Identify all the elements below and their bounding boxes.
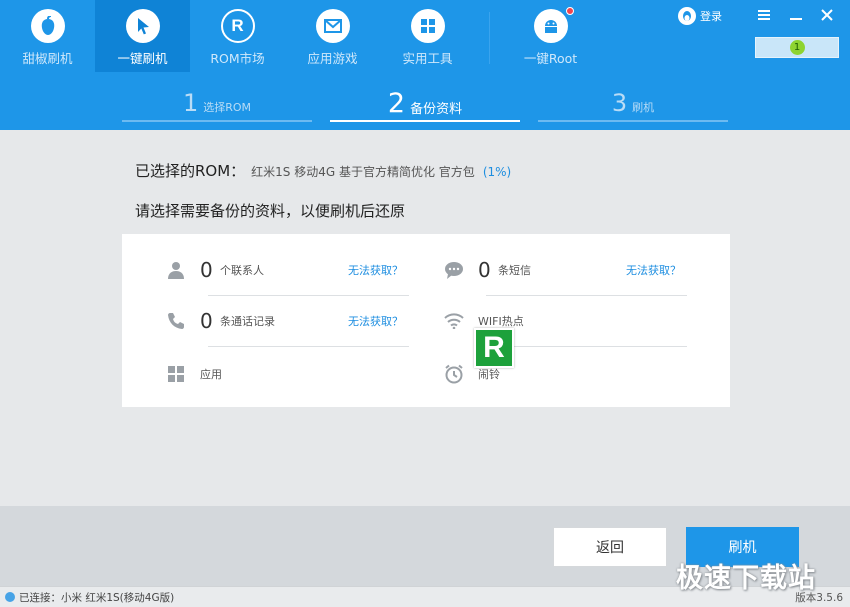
- step-number: 1: [182, 89, 199, 117]
- nav-item-rom-market[interactable]: R ROM市场: [190, 0, 285, 72]
- alarm-label: 闹铃: [478, 368, 500, 381]
- backup-item-sms[interactable]: 0 条短信 无法获取？: [444, 244, 687, 296]
- close-button[interactable]: [816, 4, 838, 26]
- connection-text: 已连接：小米 红米1S(移动4G版): [19, 591, 175, 604]
- contacts-count: 0: [200, 258, 213, 282]
- connected-device-indicator[interactable]: 1: [755, 37, 839, 58]
- step-label: 刷机: [632, 101, 655, 114]
- nav-item-one-click-flash[interactable]: 一键刷机: [95, 0, 190, 72]
- minimize-button[interactable]: [785, 4, 807, 26]
- sms-label: 条短信: [498, 264, 531, 277]
- nav-divider: [489, 12, 490, 64]
- qq-penguin-icon: [678, 7, 696, 25]
- nav-item-one-click-root[interactable]: 一键Root: [503, 0, 598, 72]
- selected-rom-line: 已选择的ROM： 红米1S 移动4G 基于官方精简优化 官方包 (1%): [135, 160, 511, 181]
- device-count-badge: 1: [789, 40, 805, 55]
- wifi-icon: [444, 311, 464, 331]
- login-label: 登录: [700, 10, 722, 23]
- step-underline: [538, 120, 728, 122]
- backup-instruction: 请选择需要备份的资料，以便刷机后还原: [135, 202, 406, 220]
- nav-item-apps-games[interactable]: 应用游戏: [285, 0, 380, 72]
- apps-label: 应用: [200, 368, 222, 381]
- step-underline: [330, 120, 520, 122]
- person-icon: [166, 260, 186, 280]
- connection-icon: [5, 592, 15, 602]
- notification-dot: [565, 7, 574, 15]
- rom-download-percent: (1%): [482, 165, 512, 179]
- backup-item-contacts[interactable]: 0 个联系人 无法获取？: [166, 244, 409, 296]
- step-label: 选择ROM: [203, 101, 252, 114]
- backup-item-apps[interactable]: 应用: [166, 348, 409, 400]
- nav-item-tools[interactable]: 实用工具: [380, 0, 475, 72]
- apps-grid-icon: [166, 364, 186, 384]
- grid-icon: [410, 9, 445, 43]
- close-icon: [821, 9, 833, 21]
- nav-label: 应用游戏: [307, 51, 358, 66]
- rom-r-icon: R: [220, 9, 255, 43]
- step-select-rom: 1 选择ROM: [122, 84, 312, 122]
- sms-count: 0: [478, 258, 491, 282]
- nav-label: 甜椒刷机: [22, 51, 73, 66]
- row-divider: [208, 346, 409, 347]
- top-bar: 甜椒刷机 一键刷机 R ROM市场 应用游戏 实用工具 一键Root 登录 1 …: [0, 0, 850, 130]
- mail-icon: [315, 9, 350, 43]
- step-label: 备份资料: [410, 101, 463, 117]
- selected-rom-label: 已选择的ROM：: [135, 162, 246, 180]
- wifi-label: WIFI热点: [478, 315, 524, 328]
- backup-item-calls[interactable]: 0 条通话记录 无法获取？: [166, 295, 409, 347]
- calls-label: 条通话记录: [220, 315, 275, 328]
- sms-unavailable-link[interactable]: 无法获取？: [626, 262, 681, 278]
- connection-status: 已连接：小米 红米1S(移动4G版): [5, 590, 174, 605]
- contacts-label: 个联系人: [220, 264, 264, 277]
- contacts-unavailable-link[interactable]: 无法获取？: [348, 262, 403, 278]
- android-icon: [533, 7, 574, 43]
- selected-rom-name: 红米1S 移动4G 基于官方精简优化 官方包: [251, 165, 475, 179]
- rom-r-logo: R: [474, 328, 514, 368]
- calls-unavailable-link[interactable]: 无法获取？: [348, 313, 403, 329]
- menu-button[interactable]: [753, 4, 775, 26]
- minimize-icon: [790, 18, 802, 20]
- step-backup-data: 2 备份资料: [330, 84, 520, 122]
- chat-bubble-icon: [444, 260, 464, 280]
- watermark: 极速下载站: [676, 563, 816, 594]
- menu-icon: [758, 10, 770, 20]
- step-number: 2: [387, 87, 406, 119]
- nav-label: ROM市场: [210, 51, 265, 66]
- nav-item-pepper-flash[interactable]: 甜椒刷机: [0, 0, 95, 72]
- phone-icon: [166, 311, 186, 331]
- back-button[interactable]: 返回: [553, 527, 667, 567]
- step-number: 3: [611, 89, 628, 117]
- cursor-icon: [125, 9, 160, 43]
- row-divider: [486, 346, 687, 347]
- alarm-clock-icon: [444, 364, 464, 384]
- nav-label: 一键刷机: [117, 51, 168, 66]
- step-flash: 3 刷机: [538, 84, 728, 122]
- step-underline: [122, 120, 312, 122]
- nav-label: 实用工具: [402, 51, 453, 66]
- nav-label: 一键Root: [523, 51, 578, 66]
- backup-panel: 0 个联系人 无法获取？ 0 条短信 无法获取？ 0 条通话记录 无法获取？ W…: [122, 234, 730, 407]
- login-button[interactable]: 登录: [678, 6, 722, 26]
- calls-count: 0: [200, 309, 213, 333]
- pepper-icon: [30, 9, 65, 43]
